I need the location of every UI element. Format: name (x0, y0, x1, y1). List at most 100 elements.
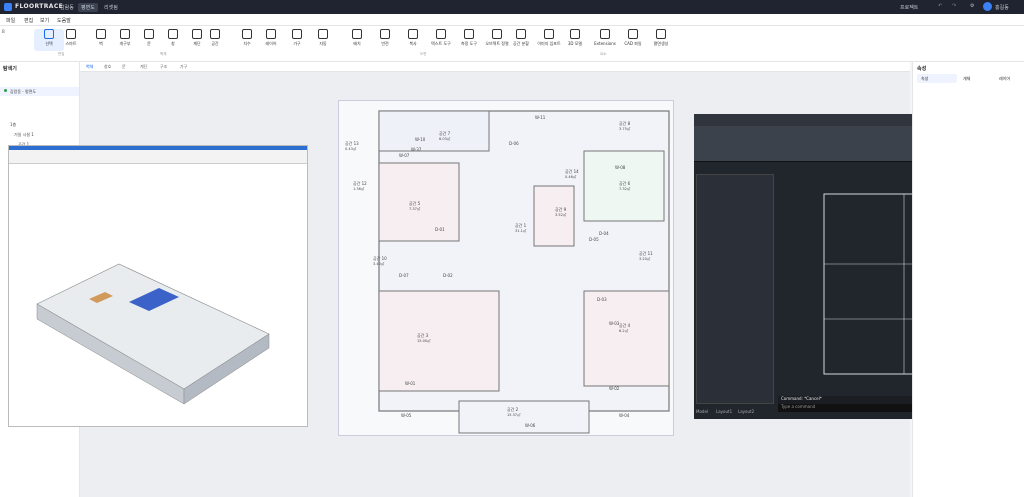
door-label: D-05 (589, 237, 599, 242)
floorplan-sheet[interactable]: 공간 1 31.1㎡ 공간 2 15.37㎡ 공간 3 15.00㎡ 공간 4 … (338, 100, 674, 436)
wall-label: W-10 (415, 137, 426, 142)
extensions-icon (600, 29, 610, 39)
properties-panel: 속성 속성 개체 레이어 (912, 62, 1024, 497)
status-dot-icon (4, 89, 7, 92)
menu-view[interactable]: 보기 (40, 17, 49, 24)
menu-help[interactable]: 도움말 (57, 17, 71, 24)
wall-label: W-04 (619, 413, 630, 418)
door-icon (144, 29, 154, 39)
wall-label: W-08 (615, 165, 626, 170)
explorer-title: 탐색기 (3, 66, 17, 72)
room-area: 31.1㎡ (515, 229, 527, 233)
place-icon (352, 29, 362, 39)
subtab-wall[interactable]: 벽체 (86, 64, 93, 70)
tool-mirror[interactable]: 반전 (370, 29, 400, 47)
copy-icon (408, 29, 418, 39)
tab-objects[interactable]: 개체 (963, 76, 970, 82)
menu-bar: 파일 편집 보기 도움말 (0, 14, 1024, 26)
tool-pointer-label: B (2, 29, 5, 34)
group-edit: 편집 (58, 52, 65, 56)
list-item[interactable]: 감람동 - 평면도 (0, 87, 79, 96)
avatar[interactable] (983, 2, 992, 11)
door-label: D-01 (435, 227, 445, 232)
smart-icon (66, 29, 76, 39)
tab-properties[interactable]: 속성 (917, 74, 957, 83)
wall-label: W-37 (411, 147, 422, 152)
subtab-furniture[interactable]: 가구 (180, 64, 187, 70)
room-area: 7.32㎡ (619, 187, 631, 191)
room-area: 6.2㎡ (619, 329, 629, 333)
tree-item-room-group[interactable]: 거실 시설 1 (14, 132, 34, 138)
undo-icon[interactable]: ↶ (938, 3, 942, 9)
project-label[interactable]: 프로젝트 (900, 4, 918, 11)
dimension-icon (242, 29, 252, 39)
floorplan-drawing[interactable] (339, 101, 675, 437)
title-bar: FLOORTRACE 감람동 평면도 리셋됨 프로젝트 ↶ ↷ ⚙ 홍길동 (0, 0, 1024, 14)
tool-measure[interactable]: 측정 도구 (454, 29, 484, 47)
text-icon (436, 29, 446, 39)
project-breadcrumb[interactable]: 감람동 (60, 4, 74, 11)
subtab-structure[interactable]: 구조 (160, 64, 167, 70)
room-area: 6.03㎡ (439, 137, 451, 141)
tool-auto[interactable]: 자동 (308, 29, 338, 47)
user-name[interactable]: 홍길동 (995, 4, 1009, 11)
wall-label: W-03 (609, 321, 620, 326)
subtab-door[interactable]: 문 (122, 64, 126, 70)
tool-copy[interactable]: 복사 (398, 29, 428, 47)
group-wall: 벽체 (160, 52, 167, 56)
tree-item-floor[interactable]: 1층 (10, 122, 16, 128)
cad-tab-model[interactable]: Model (696, 409, 708, 414)
subtab-window[interactable]: 창호 (104, 64, 111, 70)
align-icon (492, 29, 502, 39)
room-area: 3.20㎡ (639, 257, 651, 261)
image-icon (544, 29, 554, 39)
door-label: D-02 (443, 273, 453, 278)
properties-title: 속성 (917, 66, 927, 72)
door-label: D-03 (597, 297, 607, 302)
wall-label: W-05 (401, 413, 412, 418)
tool-split[interactable]: 공간 분할 (506, 29, 536, 47)
auto-icon (318, 29, 328, 39)
group-elements: 요소 (600, 52, 607, 56)
menu-edit[interactable]: 편집 (24, 17, 33, 24)
wall-label: W-01 (405, 381, 416, 386)
tool-cad[interactable]: CAD 파일 (618, 29, 648, 47)
redo-icon[interactable]: ↷ (952, 3, 956, 9)
wall-icon (96, 29, 106, 39)
group-drawing: 도면 (420, 52, 427, 56)
room-area: 7.37㎡ (409, 207, 421, 211)
tool-3d[interactable]: 3D 모델 (560, 29, 590, 47)
subtab-stair[interactable]: 계단 (140, 64, 147, 70)
room-area: 3.52㎡ (555, 213, 567, 217)
tool-extensions[interactable]: Extensions (590, 29, 620, 46)
tool-text[interactable]: 텍스트 도구 (426, 29, 456, 47)
tool-generate[interactable]: 평면생성 (646, 29, 676, 47)
wall-label: W-06 (525, 423, 536, 428)
split-icon (516, 29, 526, 39)
cad-icon (628, 29, 638, 39)
space-icon (210, 29, 220, 39)
room-area: 0.46㎡ (565, 175, 577, 179)
tab-layers[interactable]: 레이어 (999, 76, 1010, 82)
app-logo-icon (4, 3, 12, 11)
tool-place[interactable]: 배치 (342, 29, 372, 47)
mirror-icon (380, 29, 390, 39)
room-area: 15.37㎡ (507, 413, 521, 417)
cad-properties-panel (696, 174, 774, 404)
room-area: 3.40㎡ (373, 262, 385, 266)
door-label: D-06 (509, 141, 519, 146)
cad-tab-layout2[interactable]: Layout2 (738, 409, 754, 414)
tool-smart[interactable]: 스마트 (56, 29, 86, 47)
measure-icon (464, 29, 474, 39)
door-label: D-04 (599, 231, 609, 236)
cube-icon (570, 29, 580, 39)
settings-icon[interactable]: ⚙ (970, 3, 974, 9)
select-icon (44, 29, 54, 39)
tool-space[interactable]: 공간 (200, 29, 230, 47)
cad-tab-layout1[interactable]: Layout1 (716, 409, 732, 414)
sub-tabs: 벽체 창호 문 계단 구조 가구 (80, 62, 910, 72)
tab-floorplan[interactable]: 평면도 (78, 3, 98, 12)
menu-file[interactable]: 파일 (6, 17, 15, 24)
layer-icon (266, 29, 276, 39)
3d-model-view[interactable] (9, 164, 307, 426)
